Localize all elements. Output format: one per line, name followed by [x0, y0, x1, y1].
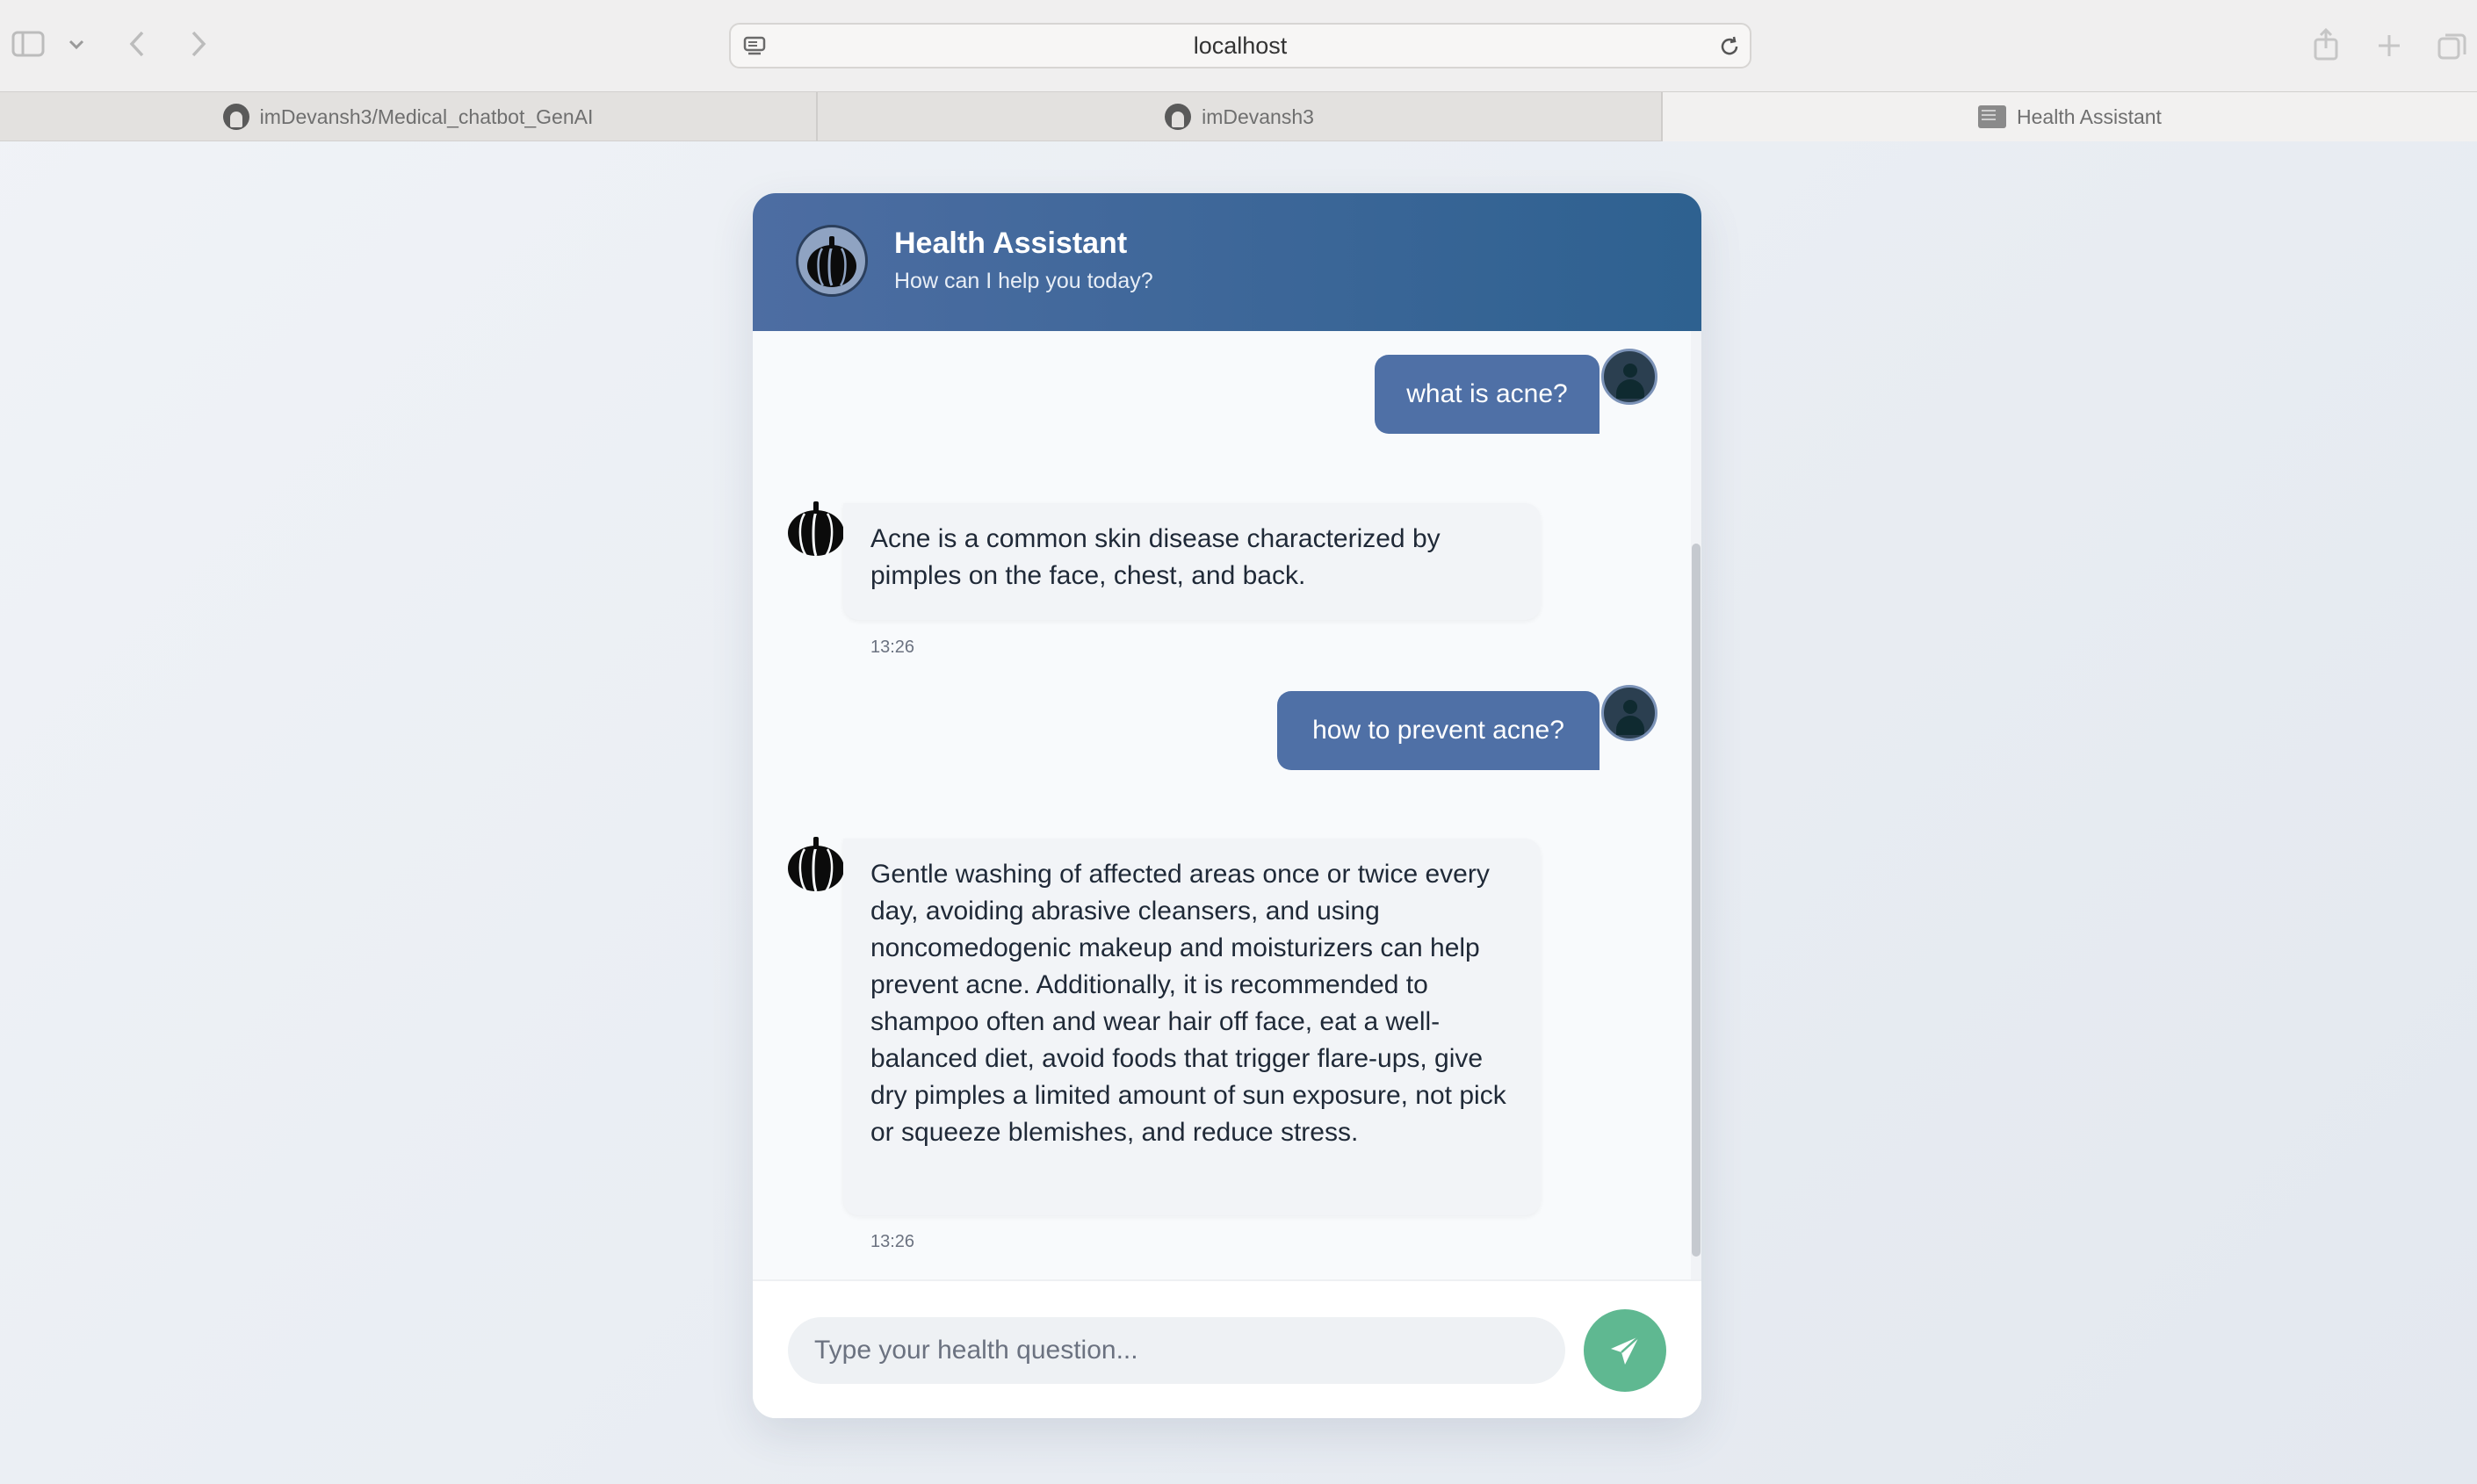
bot-avatar-icon [788, 837, 844, 892]
send-paper-plane-icon [1611, 1336, 1640, 1365]
chat-container: Health Assistant How can I help you toda… [753, 193, 1701, 1418]
github-icon [222, 104, 249, 130]
tab-bar: imDevansh3/Medical_chatbot_GenAI imDevan… [0, 91, 2477, 141]
user-avatar-icon [1601, 349, 1657, 405]
bot-avatar-icon [788, 501, 844, 557]
browser-toolbar: localhost [0, 0, 2477, 91]
user-message: what is acne? [1375, 355, 1600, 434]
tab-medical-chatbot-repo[interactable]: imDevansh3/Medical_chatbot_GenAI [0, 92, 818, 141]
tab-overview-icon[interactable] [2435, 28, 2470, 63]
send-button[interactable] [1584, 1309, 1666, 1392]
message-timestamp: 13:26 [870, 638, 915, 657]
tab-github-profile[interactable]: imDevansh3 [818, 92, 1663, 141]
chat-input-area [753, 1281, 1701, 1418]
new-tab-icon[interactable] [2372, 28, 2407, 63]
bot-message: Acne is a common skin disease characteri… [843, 503, 1541, 620]
url-text: localhost [1193, 32, 1288, 59]
github-icon [1165, 104, 1192, 130]
chevron-down-icon[interactable] [65, 33, 88, 56]
page-favicon-icon [1978, 105, 2007, 128]
scrollbar-thumb[interactable] [1692, 544, 1701, 1257]
user-message: how to prevent acne? [1277, 691, 1600, 770]
bot-message: Gentle washing of affected areas once or… [843, 839, 1541, 1215]
chat-header: Health Assistant How can I help you toda… [753, 193, 1701, 331]
tab-label: imDevansh3/Medical_chatbot_GenAI [259, 104, 594, 128]
tab-health-assistant[interactable]: Health Assistant [1663, 92, 2477, 141]
forward-arrow-icon[interactable] [183, 26, 214, 61]
user-avatar-icon [1601, 685, 1657, 741]
back-arrow-icon[interactable] [121, 26, 153, 61]
question-input[interactable] [788, 1317, 1565, 1384]
message-list[interactable]: what is acne? Acne is a common skin dise… [753, 331, 1701, 1418]
sidebar-toggle-icon[interactable] [11, 28, 46, 60]
share-icon[interactable] [2308, 25, 2343, 63]
reload-icon[interactable] [1716, 33, 1743, 60]
pumpkin-logo-icon [807, 236, 856, 287]
chat-title: Health Assistant [894, 227, 1128, 260]
chat-subtitle: How can I help you today? [894, 269, 1153, 293]
assistant-logo [796, 225, 868, 297]
tab-label: Health Assistant [2017, 104, 2162, 128]
address-bar[interactable]: localhost [729, 23, 1751, 68]
tab-label: imDevansh3 [1202, 104, 1314, 128]
message-timestamp: 13:26 [870, 1232, 915, 1251]
